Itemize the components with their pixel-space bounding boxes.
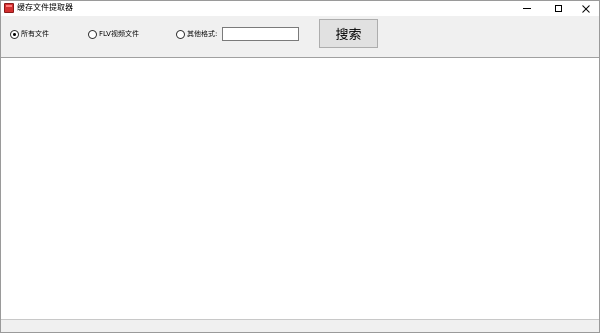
status-bar xyxy=(1,321,599,332)
radio-all-files-circle[interactable] xyxy=(10,29,19,39)
radio-flv-files-circle[interactable] xyxy=(88,29,97,39)
filter-toolbar: 所有文件 FLV视频文件 其他格式: 搜索 xyxy=(1,16,599,57)
results-list[interactable] xyxy=(1,57,599,320)
radio-other-format-circle[interactable] xyxy=(176,29,185,39)
search-button[interactable]: 搜索 xyxy=(319,19,378,48)
radio-flv-files[interactable]: FLV视频文件 xyxy=(88,29,139,39)
radio-other-format[interactable]: 其他格式: xyxy=(176,29,217,39)
maximize-icon xyxy=(554,5,562,12)
app-window: 缓存文件提取器 所有文件 FLV视频文件 其他格式: 搜索 xyxy=(0,0,600,333)
close-button[interactable] xyxy=(572,1,600,16)
maximize-button[interactable] xyxy=(544,1,572,16)
app-icon xyxy=(4,3,14,13)
window-title: 缓存文件提取器 xyxy=(17,3,73,12)
radio-all-files[interactable]: 所有文件 xyxy=(10,29,49,39)
minimize-button[interactable] xyxy=(513,1,541,16)
extension-input[interactable] xyxy=(222,27,299,41)
radio-flv-files-label: FLV视频文件 xyxy=(99,30,139,38)
minimize-icon xyxy=(523,8,531,9)
radio-all-files-label: 所有文件 xyxy=(21,30,49,38)
radio-other-format-label: 其他格式: xyxy=(187,30,218,38)
close-icon xyxy=(582,4,590,13)
title-bar[interactable]: 缓存文件提取器 xyxy=(1,1,599,16)
